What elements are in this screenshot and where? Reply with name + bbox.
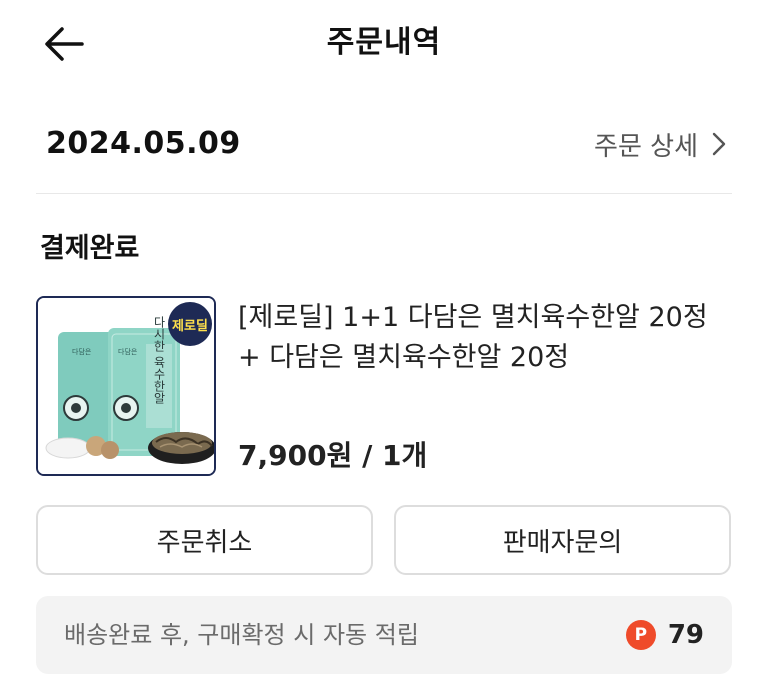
chevron-right-icon: [712, 132, 726, 156]
pack-brand-left: 다담은: [72, 347, 92, 356]
points-icon: P: [625, 620, 656, 650]
order-date: 2024.05.09: [46, 126, 241, 161]
pack-title: 다시한 육수한알: [152, 316, 166, 404]
product-image: 다담은 다담은 다시한 육수한알 제로딜: [38, 298, 214, 474]
order-detail-link[interactable]: 주문 상세: [594, 118, 726, 170]
page-title: 주문내역: [326, 25, 442, 60]
product-thumbnail[interactable]: 다담은 다담은 다시한 육수한알 제로딜: [36, 296, 216, 476]
points-amount: P 79: [625, 596, 704, 674]
points-value: 79: [667, 620, 704, 650]
product-badge: 제로딜: [172, 319, 208, 334]
points-description: 배송완료 후, 구매확정 시 자동 적립: [64, 621, 419, 649]
pack-brand-right: 다담은: [118, 347, 138, 356]
order-history-page: 주문내역 2024.05.09 주문 상세 결제완료 다담은 다담은 다시한 육…: [0, 0, 768, 692]
divider: [36, 193, 732, 194]
order-detail-label: 주문 상세: [594, 131, 698, 162]
seller-inquiry-button[interactable]: 판매자문의: [394, 505, 731, 575]
order-date-row: 2024.05.09 주문 상세: [36, 118, 732, 170]
points-info-bar: 배송완료 후, 구매확정 시 자동 적립 P 79: [36, 596, 732, 674]
product-name[interactable]: [제로딜] 1+1 다담은 멸치육수한알 20정 + 다담은 멸치육수한알 20…: [238, 298, 718, 378]
product-price: 7,900원 / 1개: [238, 439, 428, 472]
order-status: 결제완료: [40, 233, 140, 264]
cancel-order-button[interactable]: 주문취소: [36, 505, 373, 575]
header: 주문내역: [0, 0, 768, 86]
